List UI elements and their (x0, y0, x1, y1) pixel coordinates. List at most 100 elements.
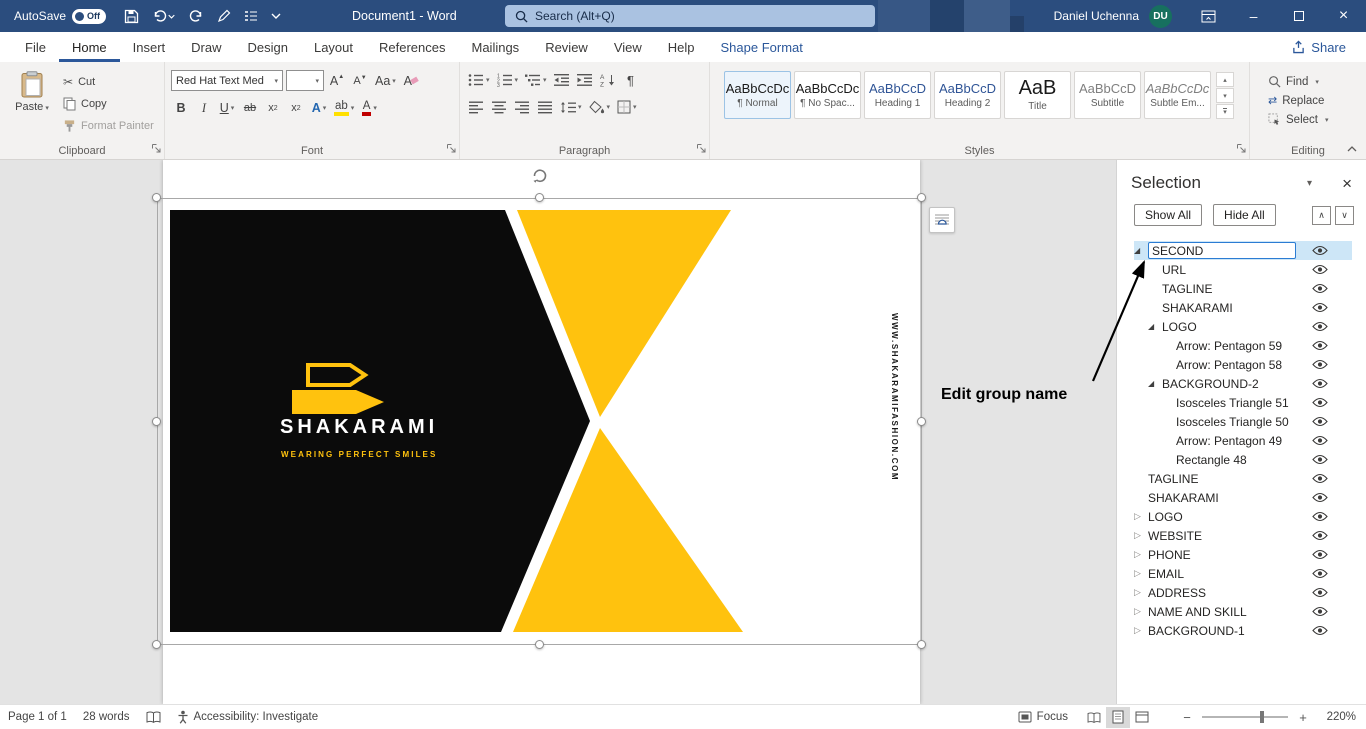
font-size-combo[interactable]: ▾ (286, 70, 324, 91)
read-mode-button[interactable] (1082, 707, 1106, 728)
visibility-toggle[interactable] (1312, 587, 1328, 598)
user-name[interactable]: Daniel Uchenna (1054, 9, 1139, 23)
font-dialog-launcher[interactable] (446, 142, 456, 156)
style-no-spac[interactable]: AaBbCcDc¶ No Spac... (794, 71, 861, 119)
undo-button[interactable] (152, 9, 175, 23)
style-subtle-em[interactable]: AaBbCcDcSubtle Em... (1144, 71, 1211, 119)
bold-button[interactable]: B (171, 98, 191, 118)
clipboard-dialog-launcher[interactable] (151, 142, 161, 156)
tab-home[interactable]: Home (59, 32, 120, 62)
selection-item-phone[interactable]: ▷PHONE (1134, 545, 1352, 564)
resize-handle-middle-left[interactable] (152, 417, 161, 426)
autosave-toggle[interactable]: Off (72, 9, 106, 24)
tab-design[interactable]: Design (235, 32, 301, 62)
underline-button[interactable]: U▾ (217, 98, 237, 118)
superscript-button[interactable]: x2 (286, 98, 306, 118)
expand-toggle-icon[interactable]: ▷ (1134, 549, 1148, 560)
save-button[interactable] (124, 9, 139, 24)
styles-scroll-up-button[interactable]: ▴ (1216, 72, 1234, 87)
selection-item-background-1[interactable]: ▷BACKGROUND-1 (1134, 621, 1352, 640)
decrease-indent-button[interactable] (552, 70, 572, 90)
visibility-toggle[interactable] (1312, 625, 1328, 636)
collapse-toggle-icon[interactable]: ◢ (1148, 322, 1162, 331)
selection-item-logo[interactable]: ◢LOGO (1134, 317, 1352, 336)
visibility-toggle[interactable] (1312, 359, 1328, 370)
visibility-toggle[interactable] (1312, 454, 1328, 465)
visibility-toggle[interactable] (1312, 397, 1328, 408)
selection-item-isosceles-triangle-51[interactable]: Isosceles Triangle 51 (1134, 393, 1352, 412)
resize-handle-top-center[interactable] (535, 193, 544, 202)
resize-handle-top-left[interactable] (152, 193, 161, 202)
selection-item-tagline[interactable]: TAGLINE (1134, 279, 1352, 298)
cut-button[interactable]: ✂Cut (63, 73, 154, 90)
collapse-ribbon-button[interactable] (1343, 142, 1361, 156)
select-button[interactable]: Select▾ (1268, 113, 1362, 126)
expand-toggle-icon[interactable]: ▷ (1134, 530, 1148, 541)
selection-item-shakarami[interactable]: SHAKARAMI (1134, 488, 1352, 507)
visibility-toggle[interactable] (1312, 283, 1328, 294)
tab-review[interactable]: Review (532, 32, 601, 62)
tab-shape-format[interactable]: Shape Format (708, 32, 816, 62)
selection-item-address[interactable]: ▷ADDRESS (1134, 583, 1352, 602)
grow-font-button[interactable]: A▲ (327, 71, 347, 91)
selection-item-arrow-pentagon-59[interactable]: Arrow: Pentagon 59 (1134, 336, 1352, 355)
close-button[interactable]: × (1321, 0, 1366, 32)
visibility-toggle[interactable] (1312, 549, 1328, 560)
justify-button[interactable] (535, 97, 555, 117)
italic-button[interactable]: I (194, 98, 214, 118)
selection-item-url[interactable]: URL (1134, 260, 1352, 279)
show-paragraph-marks-button[interactable]: ¶ (621, 70, 641, 90)
web-layout-button[interactable] (1130, 707, 1154, 728)
visibility-toggle[interactable] (1312, 606, 1328, 617)
tab-layout[interactable]: Layout (301, 32, 366, 62)
resize-handle-bottom-left[interactable] (152, 640, 161, 649)
styles-scroll-down-button[interactable]: ▾ (1216, 88, 1234, 103)
bullets-button[interactable]: ▾ (466, 70, 492, 90)
proofing-status[interactable] (146, 711, 161, 723)
minimize-button[interactable]: – (1231, 0, 1276, 32)
tab-mailings[interactable]: Mailings (459, 32, 533, 62)
draw-button[interactable] (217, 9, 231, 23)
visibility-toggle[interactable] (1312, 378, 1328, 389)
selection-item-logo[interactable]: ▷LOGO (1134, 507, 1352, 526)
share-button[interactable]: Share (1292, 32, 1346, 62)
accessibility-status[interactable]: Accessibility: Investigate (177, 710, 319, 724)
visibility-toggle[interactable] (1312, 416, 1328, 427)
style-heading-1[interactable]: AaBbCcDHeading 1 (864, 71, 931, 119)
visibility-toggle[interactable] (1312, 340, 1328, 351)
sort-button[interactable]: AZ (598, 70, 618, 90)
send-backward-button[interactable]: ∨ (1335, 206, 1354, 225)
business-card-image[interactable]: SHAKARAMI WEARING PERFECT SMILES WWW.SHA… (170, 210, 905, 632)
layout-options-button[interactable] (929, 207, 955, 233)
paragraph-dialog-launcher[interactable] (696, 142, 706, 156)
zoom-slider-thumb[interactable] (1260, 711, 1264, 723)
align-right-button[interactable] (512, 97, 532, 117)
expand-toggle-icon[interactable]: ▷ (1134, 625, 1148, 636)
tab-file[interactable]: File (12, 32, 59, 62)
styles-dialog-launcher[interactable] (1236, 142, 1246, 156)
numbering-button[interactable]: 123▾ (495, 70, 521, 90)
style-heading-2[interactable]: AaBbCcDHeading 2 (934, 71, 1001, 119)
visibility-toggle[interactable] (1312, 264, 1328, 275)
selection-item-background-2[interactable]: ◢BACKGROUND-2 (1134, 374, 1352, 393)
paste-button[interactable]: Paste▾ (6, 66, 58, 134)
selection-item-isosceles-triangle-50[interactable]: Isosceles Triangle 50 (1134, 412, 1352, 431)
word-count[interactable]: 28 words (83, 711, 130, 723)
maximize-button[interactable] (1276, 0, 1321, 32)
text-effects-button[interactable]: A▾ (309, 98, 329, 118)
rotate-handle[interactable] (531, 166, 548, 186)
style-normal[interactable]: AaBbCcDc¶ Normal (724, 71, 791, 119)
hide-all-button[interactable]: Hide All (1213, 204, 1276, 226)
align-left-button[interactable] (466, 97, 486, 117)
bring-forward-button[interactable]: ∧ (1312, 206, 1331, 225)
zoom-out-button[interactable]: − (1180, 710, 1194, 725)
expand-toggle-icon[interactable]: ▷ (1134, 568, 1148, 579)
collapse-toggle-icon[interactable]: ◢ (1148, 379, 1162, 388)
clear-formatting-button[interactable]: A (401, 71, 421, 91)
borders-button[interactable]: ▾ (615, 97, 639, 117)
collapse-toggle-icon[interactable]: ◢ (1134, 246, 1148, 255)
multilevel-list-button[interactable]: ▾ (523, 70, 549, 90)
tab-references[interactable]: References (366, 32, 458, 62)
pane-close-icon[interactable]: × (1342, 175, 1352, 192)
focus-mode-button[interactable]: Focus (1018, 711, 1068, 723)
